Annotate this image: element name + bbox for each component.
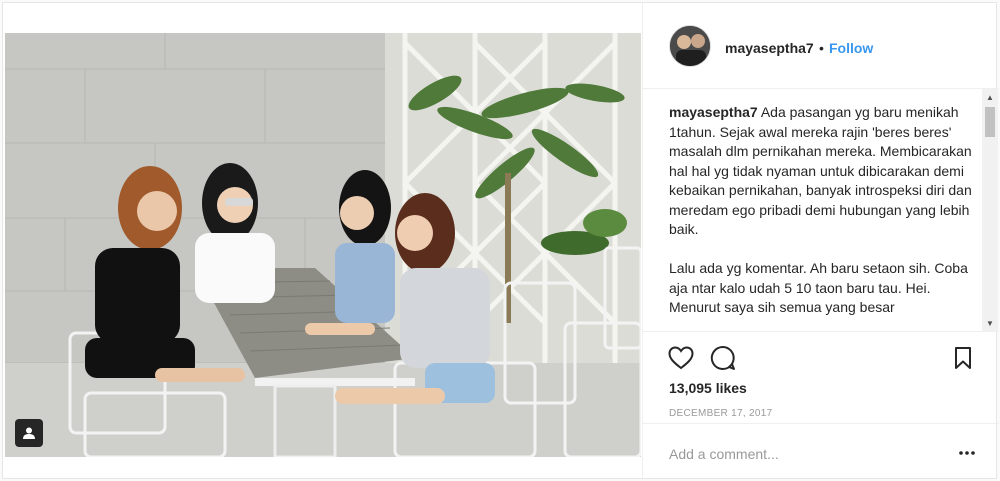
instagram-post: mayaseptha7 • Follow mayaseptha7 Ada pas…	[2, 2, 999, 480]
post-date[interactable]: DECEMBER 17, 2017	[669, 408, 772, 419]
avatar-image	[670, 26, 710, 66]
like-button[interactable]	[667, 344, 695, 372]
scroll-down-arrow-icon[interactable]: ▼	[982, 315, 998, 331]
follow-button[interactable]: Follow	[829, 40, 873, 56]
comment-button[interactable]	[709, 344, 737, 372]
caption-text-2: Lalu ada yg komentar. Ah baru setaon sih…	[669, 260, 968, 315]
post-header: mayaseptha7 • Follow	[643, 3, 999, 89]
comment-icon	[710, 345, 735, 370]
separator-dot: •	[819, 40, 824, 56]
bookmark-icon	[955, 347, 971, 369]
more-options-button[interactable]	[955, 446, 979, 460]
caption-scrollbar[interactable]: ▲ ▼	[982, 89, 998, 331]
post-photo[interactable]	[5, 33, 641, 457]
caption-scroll-area[interactable]: mayaseptha7 Ada pasangan yg baru menikah…	[643, 89, 999, 331]
comment-input[interactable]	[669, 444, 929, 464]
post-photo-illustration	[5, 33, 641, 457]
heart-icon	[668, 346, 694, 370]
avatar[interactable]	[669, 25, 711, 67]
user-tag-icon	[23, 427, 35, 439]
caption-username[interactable]: mayaseptha7	[669, 104, 758, 120]
scrollbar-thumb[interactable]	[985, 107, 995, 137]
comment-section	[643, 423, 999, 480]
caption-text-1: Ada pasangan yg baru menikah 1tahun. Sej…	[669, 104, 972, 237]
post-caption: mayaseptha7 Ada pasangan yg baru menikah…	[669, 103, 979, 318]
tagged-users-button[interactable]	[15, 419, 43, 447]
save-button[interactable]	[949, 344, 977, 372]
post-side-panel: mayaseptha7 • Follow mayaseptha7 Ada pas…	[642, 3, 999, 480]
post-username[interactable]: mayaseptha7	[725, 40, 814, 56]
ellipsis-icon	[959, 451, 975, 455]
scroll-up-arrow-icon[interactable]: ▲	[982, 89, 998, 105]
likes-count[interactable]: 13,095 likes	[669, 380, 747, 396]
